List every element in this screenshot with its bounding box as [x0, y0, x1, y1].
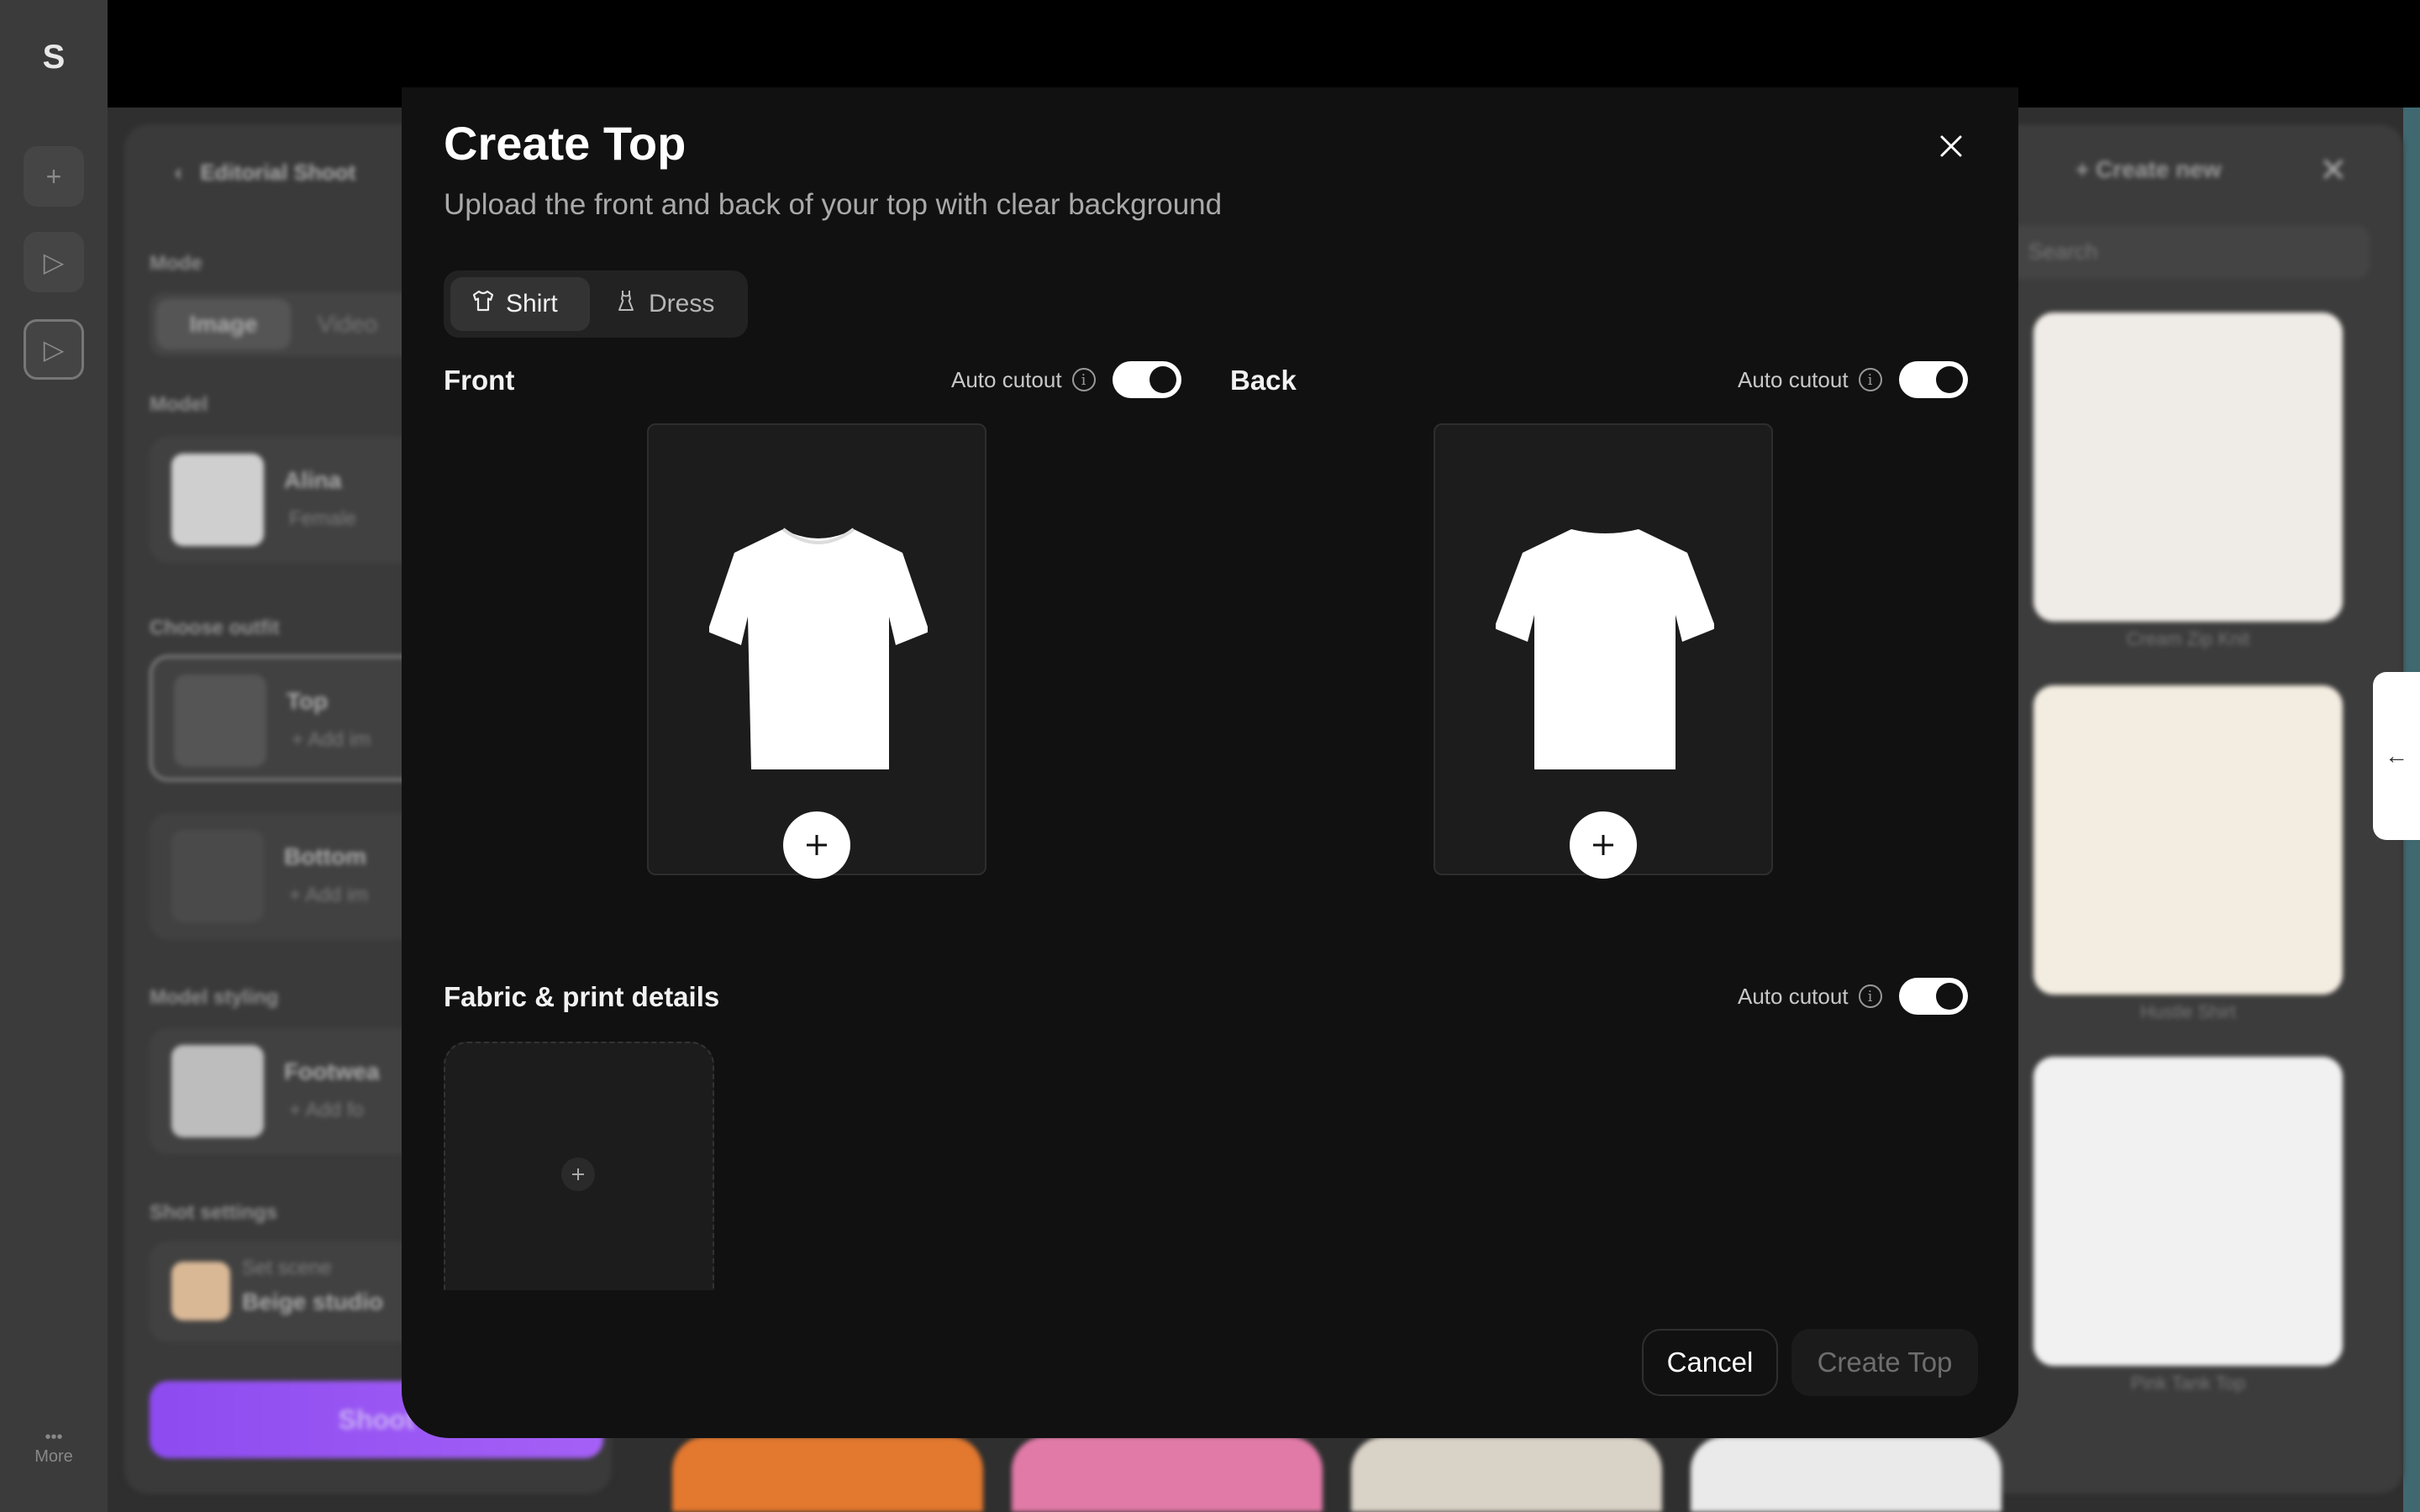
library-search-input[interactable]: Search: [2008, 225, 2370, 279]
mode-video-tab[interactable]: Video: [318, 299, 377, 349]
toggle-knob: [1935, 366, 1963, 393]
garment-type-switch: Shirt Dress: [444, 270, 748, 338]
brand-logo-icon[interactable]: S: [30, 34, 77, 81]
add-icon[interactable]: +: [24, 146, 84, 207]
close-library-icon[interactable]: ✕: [2319, 151, 2348, 190]
gallery-thumbnail[interactable]: [1351, 1436, 1662, 1512]
back-auto-cutout: Auto cutout i: [1738, 361, 1968, 398]
fabric-add-button[interactable]: [561, 1158, 595, 1191]
breadcrumb[interactable]: ‹ Editorial Shoot: [175, 160, 355, 186]
close-icon[interactable]: [1931, 126, 1971, 166]
dialog-title: Create Top: [444, 117, 687, 170]
fabric-auto-cutout: Auto cutout i: [1738, 978, 1968, 1015]
scene-swatch: [171, 1262, 230, 1320]
back-upload-box[interactable]: [1434, 423, 1773, 879]
library-item-caption: Pink Tank Top: [2130, 1373, 2246, 1394]
model-label: Model: [150, 393, 208, 416]
toggle-knob: [1149, 366, 1176, 393]
info-icon[interactable]: i: [1071, 368, 1096, 391]
front-upload-box[interactable]: [647, 423, 986, 879]
library-item-thumbnail[interactable]: [2033, 1057, 2343, 1366]
toggle-knob: [1935, 983, 1963, 1010]
tab-shirt[interactable]: Shirt: [450, 277, 590, 331]
shot-settings-label: Shot settings: [150, 1201, 278, 1224]
model-name: Alina: [284, 467, 342, 493]
model-gender: Female: [289, 507, 357, 530]
plus-icon: [1593, 835, 1613, 855]
top-add-link[interactable]: + Add im: [292, 728, 371, 752]
info-icon[interactable]: i: [1858, 984, 1882, 1008]
outfit-label: Choose outfit: [150, 617, 280, 639]
top-title: Top: [287, 688, 329, 714]
back-add-button[interactable]: [1570, 811, 1637, 879]
tab-dress[interactable]: Dress: [593, 277, 743, 331]
dress-icon: [613, 288, 639, 320]
scene-value: Beige studio: [242, 1289, 384, 1315]
plus-icon: [807, 835, 827, 855]
fabric-auto-cutout-label: Auto cutout: [1738, 983, 1849, 1009]
styling-label: Model styling: [150, 986, 279, 1009]
top-thumbnail: [174, 675, 266, 767]
tab-dress-label: Dress: [649, 290, 715, 318]
bottom-add-link[interactable]: + Add im: [289, 884, 368, 907]
gallery-thumbnail[interactable]: [1012, 1436, 1323, 1512]
shoot-icon[interactable]: ▷: [24, 232, 84, 292]
dialog-subtitle: Upload the front and back of your top wi…: [444, 188, 1223, 221]
back-auto-cutout-toggle[interactable]: [1898, 361, 1968, 398]
back-auto-cutout-label: Auto cutout: [1738, 366, 1849, 392]
cancel-button[interactable]: Cancel: [1642, 1329, 1778, 1396]
mode-label: Mode: [150, 252, 203, 275]
app-sidebar-rail: S + ▷ ▷ ••• More: [0, 0, 108, 1512]
more-menu[interactable]: ••• More: [24, 1428, 84, 1467]
library-item-caption: Hustle Shirt: [2140, 1001, 2236, 1022]
front-shirt-image: [709, 528, 928, 769]
front-auto-cutout-toggle[interactable]: [1112, 361, 1181, 398]
model-avatar: [171, 454, 264, 546]
footwear-add-link[interactable]: + Add fo: [289, 1099, 364, 1122]
front-section-title: Front: [444, 365, 515, 396]
outfit-library-panel: + Create new ✕ Search Cream Zip Knit Hus…: [1983, 124, 2403, 1494]
front-auto-cutout-label: Auto cutout: [951, 366, 1062, 392]
fabric-section-title: Fabric & print details: [444, 981, 720, 1012]
create-top-dialog: Create Top Upload the front and back of …: [402, 87, 2018, 1438]
scene-hint: Set scene: [242, 1257, 332, 1279]
tab-shirt-label: Shirt: [506, 290, 558, 318]
expand-panel-tab[interactable]: ←: [2373, 672, 2420, 840]
video-shoot-icon[interactable]: ▷: [24, 319, 84, 380]
gallery-thumbnail[interactable]: [672, 1436, 983, 1512]
create-new-button[interactable]: + Create new: [2075, 156, 2222, 183]
gallery-thumbnail[interactable]: [1691, 1436, 2002, 1512]
footwear-thumbnail: [171, 1045, 264, 1137]
more-dots-icon: •••: [45, 1428, 63, 1446]
shirt-icon: [471, 288, 496, 320]
bottom-thumbnail: [171, 830, 264, 922]
mode-image-tab[interactable]: Image: [156, 299, 291, 349]
front-add-button[interactable]: [783, 811, 850, 879]
arrow-left-icon: ←: [2385, 743, 2408, 769]
create-top-button[interactable]: Create Top: [1791, 1329, 1978, 1396]
front-auto-cutout: Auto cutout i: [951, 361, 1181, 398]
info-icon[interactable]: i: [1858, 368, 1882, 391]
fabric-upload-box[interactable]: [444, 1042, 714, 1290]
library-item-thumbnail[interactable]: [2033, 312, 2343, 622]
library-item-caption: Cream Zip Knit: [2126, 628, 2250, 649]
fabric-auto-cutout-toggle[interactable]: [1898, 978, 1968, 1015]
back-shirt-image: [1496, 529, 1714, 769]
library-item-thumbnail[interactable]: [2033, 685, 2343, 995]
bottom-title: Bottom: [284, 843, 366, 869]
plus-icon: [572, 1168, 584, 1180]
footwear-title: Footwea: [284, 1058, 380, 1084]
back-section-title: Back: [1230, 365, 1297, 396]
